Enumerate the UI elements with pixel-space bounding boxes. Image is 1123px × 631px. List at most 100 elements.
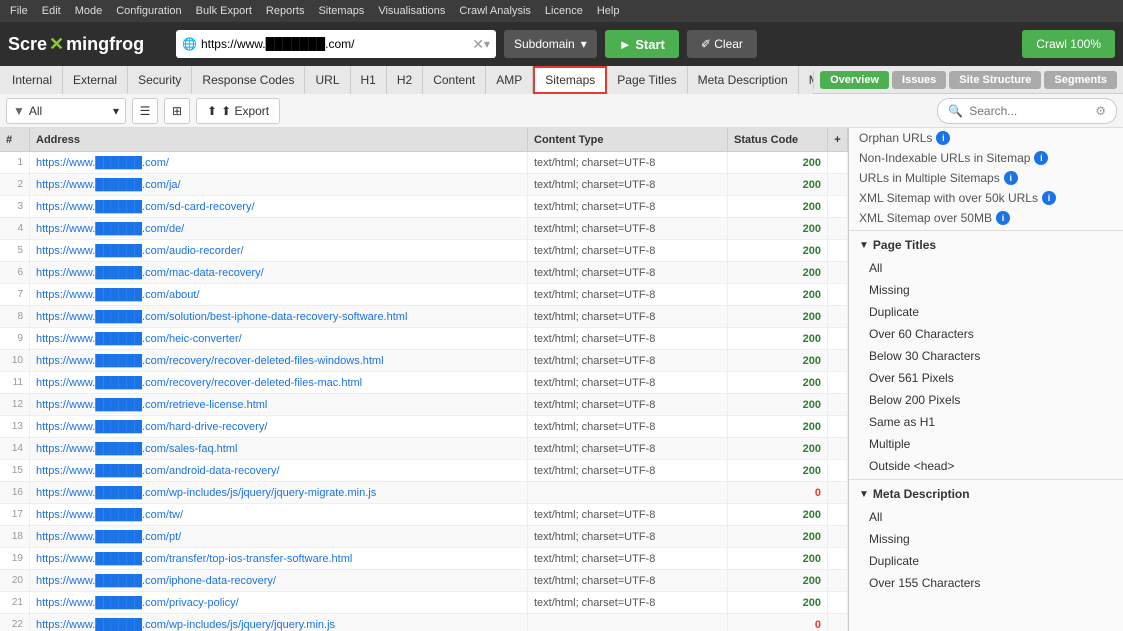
meta-desc-item[interactable]: All: [849, 506, 1123, 528]
menu-edit[interactable]: Edit: [36, 3, 67, 19]
view-grid-button[interactable]: ⊞: [164, 98, 190, 124]
tab-h1[interactable]: H1: [351, 66, 387, 94]
search-box: 🔍 ⚙: [937, 98, 1117, 124]
meta-desc-label: Meta Description: [873, 487, 970, 501]
right-tabs: Overview Issues Site Structure Segments: [813, 71, 1123, 89]
search-input[interactable]: [969, 104, 1089, 118]
meta-desc-item[interactable]: Missing: [849, 528, 1123, 550]
table-row[interactable]: 20 https://www.██████.com/iphone-data-re…: [0, 570, 848, 592]
tab-external[interactable]: External: [63, 66, 128, 94]
menu-sitemaps[interactable]: Sitemaps: [312, 3, 370, 19]
menu-mode[interactable]: Mode: [69, 3, 109, 19]
td-address: https://www.██████.com/: [30, 152, 528, 173]
view-list-button[interactable]: ☰: [132, 98, 158, 124]
td-extra: [828, 614, 848, 631]
tab-security[interactable]: Security: [128, 66, 192, 94]
orphan-urls-item[interactable]: Orphan URLs i: [849, 128, 1123, 148]
page-titles-item[interactable]: Over 561 Pixels: [849, 367, 1123, 389]
meta-desc-item[interactable]: Duplicate: [849, 550, 1123, 572]
table-row[interactable]: 6 https://www.██████.com/mac-data-recove…: [0, 262, 848, 284]
subdomain-button[interactable]: Subdomain ▾: [504, 30, 597, 58]
table-row[interactable]: 11 https://www.██████.com/recovery/recov…: [0, 372, 848, 394]
page-titles-item[interactable]: Below 30 Characters: [849, 345, 1123, 367]
table-row[interactable]: 12 https://www.██████.com/retrieve-licen…: [0, 394, 848, 416]
tab-meta-keywords[interactable]: Meta Keywords: [799, 66, 813, 94]
page-titles-section-header[interactable]: ▼ Page Titles: [849, 233, 1123, 257]
menu-reports[interactable]: Reports: [260, 3, 311, 19]
menu-visualisations[interactable]: Visualisations: [372, 3, 451, 19]
th-plus[interactable]: +: [828, 128, 848, 151]
tab-amp[interactable]: AMP: [486, 66, 533, 94]
tab-internal[interactable]: Internal: [2, 66, 63, 94]
url-clear-icon[interactable]: ✕: [472, 36, 484, 53]
td-status-code: 200: [728, 350, 828, 371]
table-row[interactable]: 9 https://www.██████.com/heic-converter/…: [0, 328, 848, 350]
table-row[interactable]: 10 https://www.██████.com/recovery/recov…: [0, 350, 848, 372]
url-input[interactable]: [201, 37, 472, 51]
tab-page-titles[interactable]: Page Titles: [607, 66, 687, 94]
clear-button[interactable]: ✐ Clear: [687, 30, 757, 58]
tab-sitemaps[interactable]: Sitemaps: [533, 66, 607, 94]
page-titles-item[interactable]: Same as H1: [849, 411, 1123, 433]
table-row[interactable]: 8 https://www.██████.com/solution/best-i…: [0, 306, 848, 328]
td-status-code: 0: [728, 614, 828, 631]
td-extra: [828, 570, 848, 591]
xml-over-50mb-item[interactable]: XML Sitemap over 50MB i: [849, 208, 1123, 228]
page-titles-item[interactable]: Multiple: [849, 433, 1123, 455]
tab-content[interactable]: Content: [423, 66, 486, 94]
logo: Scre✕mingfrog: [8, 34, 168, 55]
filter-settings-icon[interactable]: ⚙: [1095, 104, 1106, 118]
table-row[interactable]: 19 https://www.██████.com/transfer/top-i…: [0, 548, 848, 570]
table-row[interactable]: 14 https://www.██████.com/sales-faq.html…: [0, 438, 848, 460]
table-row[interactable]: 2 https://www.██████.com/ja/ text/html; …: [0, 174, 848, 196]
menu-file[interactable]: File: [4, 3, 34, 19]
table-row[interactable]: 18 https://www.██████.com/pt/ text/html;…: [0, 526, 848, 548]
page-titles-item[interactable]: Duplicate: [849, 301, 1123, 323]
menu-configuration[interactable]: Configuration: [110, 3, 187, 19]
tab-issues[interactable]: Issues: [892, 71, 946, 89]
start-button[interactable]: ► Start: [605, 30, 679, 58]
tab-segments[interactable]: Segments: [1044, 71, 1117, 89]
non-indexable-item[interactable]: Non-Indexable URLs in Sitemap i: [849, 148, 1123, 168]
table-row[interactable]: 5 https://www.██████.com/audio-recorder/…: [0, 240, 848, 262]
menu-help[interactable]: Help: [591, 3, 626, 19]
filter-dropdown[interactable]: ▼ All ▾: [6, 98, 126, 124]
th-address: Address: [30, 128, 528, 151]
th-status-code: Status Code: [728, 128, 828, 151]
page-titles-item[interactable]: All: [849, 257, 1123, 279]
table-row[interactable]: 17 https://www.██████.com/tw/ text/html;…: [0, 504, 848, 526]
table-row[interactable]: 1 https://www.██████.com/ text/html; cha…: [0, 152, 848, 174]
td-content-type: text/html; charset=UTF-8: [528, 548, 728, 569]
tab-url[interactable]: URL: [305, 66, 350, 94]
table-row[interactable]: 4 https://www.██████.com/de/ text/html; …: [0, 218, 848, 240]
meta-desc-section-header[interactable]: ▼ Meta Description: [849, 482, 1123, 506]
tab-site-structure[interactable]: Site Structure: [949, 71, 1041, 89]
tab-h2[interactable]: H2: [387, 66, 423, 94]
meta-desc-item[interactable]: Over 155 Characters: [849, 572, 1123, 594]
urls-multiple-sitemaps-item[interactable]: URLs in Multiple Sitemaps i: [849, 168, 1123, 188]
table-row[interactable]: 7 https://www.██████.com/about/ text/htm…: [0, 284, 848, 306]
page-titles-item[interactable]: Outside <head>: [849, 455, 1123, 477]
tab-response-codes[interactable]: Response Codes: [192, 66, 305, 94]
table-row[interactable]: 21 https://www.██████.com/privacy-policy…: [0, 592, 848, 614]
menu-crawl-analysis[interactable]: Crawl Analysis: [453, 3, 537, 19]
page-titles-item[interactable]: Missing: [849, 279, 1123, 301]
table-row[interactable]: 15 https://www.██████.com/android-data-r…: [0, 460, 848, 482]
table-row[interactable]: 22 https://www.██████.com/wp-includes/js…: [0, 614, 848, 631]
xml-over-50k-item[interactable]: XML Sitemap with over 50k URLs i: [849, 188, 1123, 208]
header-bar: Scre✕mingfrog 🌐 ✕ ▾ Subdomain ▾ ► Start …: [0, 22, 1123, 66]
url-dropdown-icon[interactable]: ▾: [484, 37, 490, 51]
table-row[interactable]: 16 https://www.██████.com/wp-includes/js…: [0, 482, 848, 504]
td-extra: [828, 174, 848, 195]
td-status-code: 200: [728, 284, 828, 305]
page-titles-item[interactable]: Over 60 Characters: [849, 323, 1123, 345]
table-row[interactable]: 3 https://www.██████.com/sd-card-recover…: [0, 196, 848, 218]
table-row[interactable]: 13 https://www.██████.com/hard-drive-rec…: [0, 416, 848, 438]
tab-meta-description[interactable]: Meta Description: [688, 66, 799, 94]
page-titles-item[interactable]: Below 200 Pixels: [849, 389, 1123, 411]
xml-50mb-info-icon: i: [996, 211, 1010, 225]
tab-overview[interactable]: Overview: [820, 71, 889, 89]
menu-licence[interactable]: Licence: [539, 3, 589, 19]
menu-bulk-export[interactable]: Bulk Export: [190, 3, 258, 19]
export-button[interactable]: ⬆ ⬆ Export: [196, 98, 280, 124]
